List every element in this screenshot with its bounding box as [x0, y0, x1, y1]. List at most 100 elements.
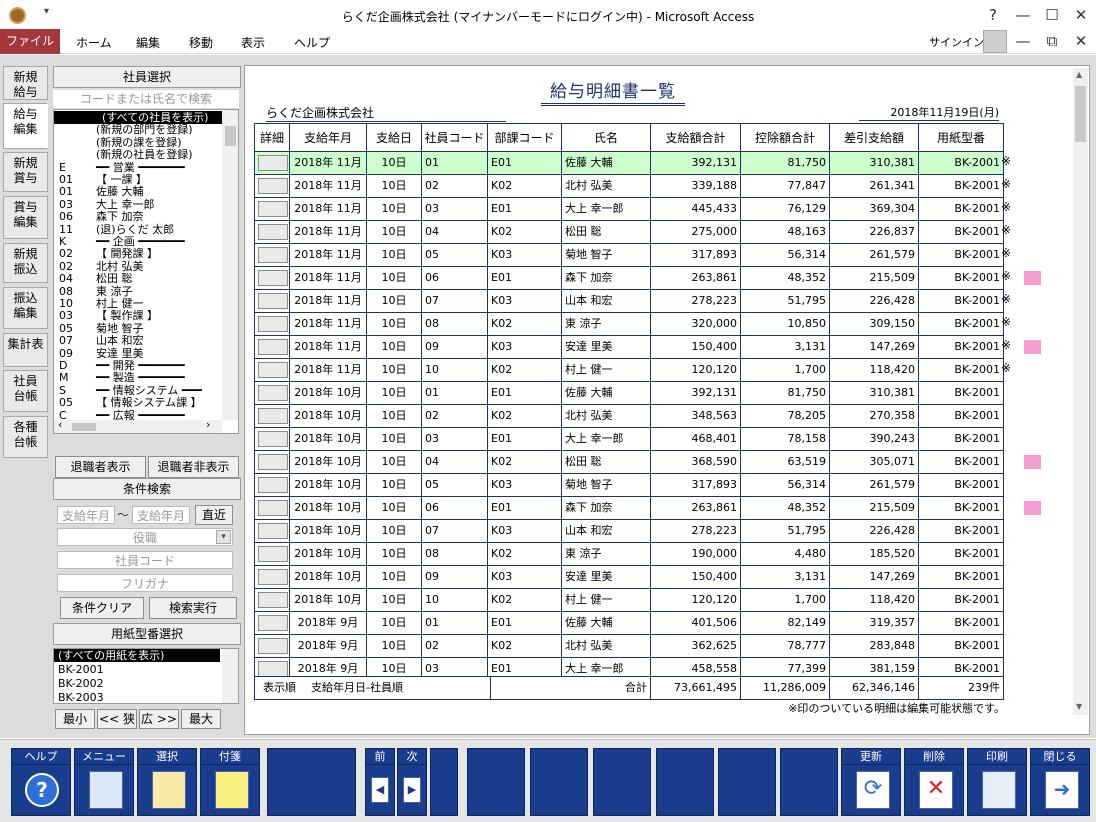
detail-button[interactable] — [258, 293, 288, 309]
prev-button[interactable]: 前 ◀ — [365, 748, 395, 816]
detail-button[interactable] — [258, 615, 288, 631]
detail-button[interactable] — [258, 638, 288, 654]
side-tab[interactable]: 賞与 編集 — [3, 196, 48, 239]
side-tab[interactable]: 集計表 — [3, 333, 48, 367]
refresh-button[interactable]: 更新 ⟳ — [841, 748, 901, 816]
tree-item[interactable]: 01 【 一課 】 — [54, 173, 222, 186]
tree-item[interactable]: (新規の社員を登録) — [54, 148, 222, 161]
tree-item[interactable]: 10 村上 健一 — [54, 297, 222, 310]
employee-tree[interactable]: (すべての社員を表示) (新規の部門を登録) (新規の課を登録) (新規の社員を登録)… — [53, 109, 239, 434]
ribbon-minimize-button[interactable]: — — [1008, 30, 1038, 52]
chevron-down-icon[interactable]: ▾ — [216, 530, 231, 544]
menu-button[interactable]: メニュー — [74, 748, 134, 816]
detail-button[interactable] — [258, 500, 288, 516]
detail-button[interactable] — [258, 592, 288, 608]
table-row[interactable]: 2018年 9月 10日 02 K02 北村 弘美 362,625 78,777 283,84… — [255, 635, 1003, 658]
to-month-input[interactable]: 支給年月 — [132, 506, 190, 524]
tree-item[interactable]: 04 松田 聡 — [54, 272, 222, 285]
table-row[interactable]: 2018年 10月 10日 05 K03 菊地 智子 317,893 56,314 261,5… — [255, 474, 1003, 497]
tree-item[interactable]: 05 【 情報システム課 】 — [54, 396, 222, 409]
table-row[interactable]: 2018年 11月 10日 04 K02 松田 聡 275,000 48,163 226,83… — [255, 221, 1003, 244]
table-row[interactable]: 2018年 11月 10日 05 K03 菊地 智子 317,893 56,314 261,5… — [255, 244, 1003, 267]
detail-button[interactable] — [258, 477, 288, 493]
side-tab[interactable]: 新規 振込 — [3, 243, 48, 283]
furigana-input[interactable]: フリガナ — [57, 574, 233, 592]
tab-move[interactable]: 移動 — [189, 34, 213, 51]
tree-item[interactable]: K ━━ 企画 ━━━━━━━ — [54, 235, 222, 248]
tree-item[interactable]: 03 大上 幸一郎 — [54, 198, 222, 211]
tree-item[interactable]: 06 森下 加奈 — [54, 210, 222, 223]
report-scroll-thumb[interactable] — [1075, 86, 1086, 142]
detail-button[interactable] — [258, 431, 288, 447]
tab-view[interactable]: 表示 — [241, 34, 265, 51]
tree-item[interactable]: (すべての社員を表示) — [54, 111, 222, 124]
table-row[interactable]: 2018年 10月 10日 06 E01 森下 加奈 263,861 48,352 215,5… — [255, 497, 1003, 520]
tree-item[interactable]: 01 佐藤 大輔 — [54, 185, 222, 198]
employee-code-input[interactable]: 社員コード — [57, 551, 233, 569]
table-row[interactable]: 2018年 10月 10日 02 K02 北村 弘美 348,563 78,205 270,3… — [255, 405, 1003, 428]
table-row[interactable]: 2018年 10月 10日 03 E01 大上 幸一郎 468,401 78,158 390,… — [255, 428, 1003, 451]
detail-button[interactable] — [258, 569, 288, 585]
print-button[interactable]: 印刷 — [967, 748, 1027, 816]
tab-home[interactable]: ホーム — [76, 34, 112, 51]
scroll-up-icon[interactable]: ▲ — [1076, 70, 1082, 79]
select-button[interactable]: 選択 — [137, 748, 197, 816]
table-row[interactable]: 2018年 11月 10日 03 E01 大上 幸一郎 445,433 76,129 369,… — [255, 198, 1003, 221]
side-tab[interactable]: 給与 編集 — [3, 103, 48, 149]
scroll-left-icon[interactable]: ‹ — [58, 418, 62, 431]
from-month-input[interactable]: 支給年月 — [57, 506, 115, 524]
table-row[interactable]: 2018年 11月 10日 02 K02 北村 弘美 339,188 77,847 261,3… — [255, 175, 1003, 198]
detail-button[interactable] — [258, 178, 288, 194]
zoom-wide-button[interactable]: 広 >> — [139, 709, 179, 729]
detail-button[interactable] — [258, 155, 288, 171]
tree-item[interactable]: D ━━ 開発 ━━━━━━━ — [54, 359, 222, 372]
tab-help[interactable]: ヘルプ — [294, 34, 330, 51]
table-row[interactable]: 2018年 10月 10日 07 K03 山本 和宏 278,223 51,795 226,4… — [255, 520, 1003, 543]
paper-item[interactable]: BK-2001 — [58, 663, 104, 676]
tree-item[interactable]: E ━━ 営業 ━━━━━━━ — [54, 161, 222, 174]
tree-item[interactable]: 02 北村 弘美 — [54, 260, 222, 273]
table-row[interactable]: 2018年 11月 10日 08 K02 東 涼子 320,000 10,850 309,15… — [255, 313, 1003, 336]
close-db-button[interactable]: ✕ — [1066, 30, 1096, 52]
tab-edit[interactable]: 編集 — [136, 34, 160, 51]
tree-item[interactable]: 11 (退)らくだ 太郎 — [54, 223, 222, 236]
avatar[interactable] — [983, 30, 1007, 53]
role-select[interactable]: 役職 ▾ — [57, 528, 233, 546]
paper-scrollbar[interactable] — [222, 649, 238, 703]
table-row[interactable]: 2018年 11月 10日 09 K03 安達 里美 150,400 3,131 147,26… — [255, 336, 1003, 359]
tree-item[interactable]: (新規の部門を登録) — [54, 123, 222, 136]
employee-search-input[interactable]: コードまたは氏名で検索 — [53, 90, 239, 108]
show-retired-button[interactable]: 退職者表示 — [55, 456, 146, 478]
paper-item[interactable]: (すべての用紙を表示) — [54, 649, 220, 662]
paper-list[interactable]: (すべての用紙を表示) BK-2001 BK-2002 BK-2003 — [53, 648, 239, 704]
hide-retired-button[interactable]: 退職者非表示 — [148, 456, 239, 478]
zoom-max-button[interactable]: 最大 — [181, 709, 221, 729]
tree-item[interactable]: 08 東 涼子 — [54, 285, 222, 298]
detail-button[interactable] — [258, 224, 288, 240]
tree-item[interactable]: M ━━ 製造 ━━━━━━━ — [54, 371, 222, 384]
detail-button[interactable] — [258, 247, 288, 263]
signin-link[interactable]: サインイン — [929, 34, 984, 50]
table-row[interactable]: 2018年 11月 10日 10 K02 村上 健一 120,120 1,700 118,42… — [255, 359, 1003, 382]
close-form-button[interactable]: 閉じる ➜ — [1030, 748, 1090, 816]
delete-button[interactable]: 削除 ✕ — [904, 748, 964, 816]
recent-button[interactable]: 直近 — [195, 505, 233, 525]
paper-item[interactable]: BK-2002 — [58, 677, 104, 690]
minimize-button[interactable]: — — [1008, 4, 1038, 26]
paper-select-header[interactable]: 用紙型番選択 — [53, 623, 241, 645]
tree-item[interactable]: 05 菊地 智子 — [54, 322, 222, 335]
tree-item[interactable]: 07 山本 和宏 — [54, 334, 222, 347]
tree-scroll-thumb[interactable] — [225, 126, 236, 146]
table-row[interactable]: 2018年 10月 10日 01 E01 佐藤 大輔 392,131 81,750 310,3… — [255, 382, 1003, 405]
detail-button[interactable] — [258, 523, 288, 539]
side-tab[interactable]: 社員 台帳 — [3, 370, 48, 412]
table-row[interactable]: 2018年 11月 10日 01 E01 佐藤 大輔 392,131 81,750 310,3… — [255, 152, 1003, 175]
table-row[interactable]: 2018年 11月 10日 07 K03 山本 和宏 278,223 51,795 226,4… — [255, 290, 1003, 313]
table-row[interactable]: 2018年 10月 10日 04 K02 松田 聡 368,590 63,519 305,07… — [255, 451, 1003, 474]
detail-button[interactable] — [258, 454, 288, 470]
detail-button[interactable] — [258, 316, 288, 332]
tree-item[interactable]: (新規の課を登録) — [54, 136, 222, 149]
next-button[interactable]: 次 ▶ — [397, 748, 427, 816]
scroll-right-icon[interactable]: › — [206, 418, 210, 431]
table-row[interactable]: 2018年 10月 10日 09 K03 安達 里美 150,400 3,131 147,26… — [255, 566, 1003, 589]
